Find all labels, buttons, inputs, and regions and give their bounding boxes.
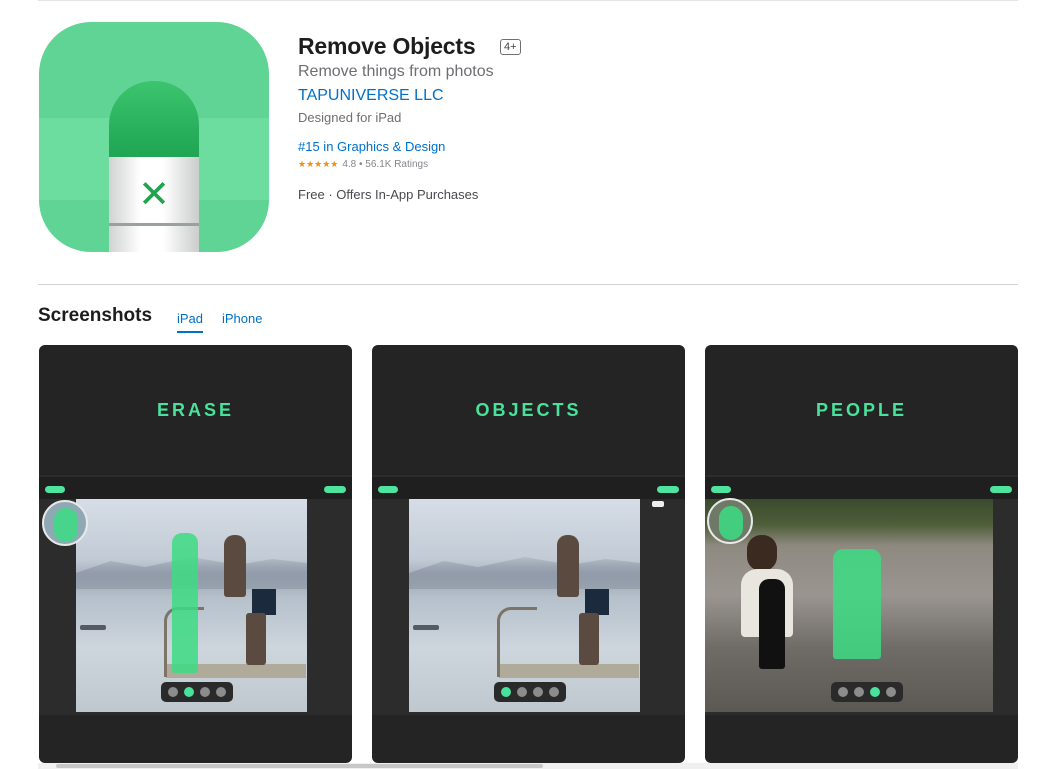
boat-shape [80,625,106,630]
device-toolbar [39,477,352,499]
back-pill [378,486,398,493]
price-label: Free · Offers In-App Purchases [298,187,479,202]
screenshot-heading: ERASE [156,400,234,420]
back-pill [45,486,65,493]
tool-icon [533,687,543,697]
edit-toolbar [831,682,903,702]
tool-icon [517,687,527,697]
eraser-line [109,223,199,226]
count-chip [652,501,664,507]
shorts-shape [585,589,609,615]
settings-pill [324,486,346,493]
shorts-shape [252,589,276,615]
tool-icon [168,687,178,697]
loupe-highlight [54,508,78,542]
settings-pill [657,486,679,493]
screenshot-card-1[interactable]: ERASE [39,345,352,763]
screenshot-photo [76,499,307,712]
edit-toolbar [161,682,233,702]
scrollbar-thumb[interactable] [56,764,543,768]
app-subtitle: Remove things from photos [298,63,494,80]
boat-shape [413,625,439,630]
rating-row: ★★★★★ 4.8 • 56.1K Ratings [298,159,428,170]
settings-pill [990,486,1012,493]
back-pill [711,486,731,493]
loupe-highlight [719,506,743,540]
legs-shape [246,613,266,665]
screenshots-title: Screenshots [38,305,153,326]
screenshot-heading: OBJECTS [475,400,582,420]
tool-icon [886,687,896,697]
tool-icon [501,687,511,697]
screenshot-heading: PEOPLE [815,400,908,420]
legs-shape [579,613,599,665]
tab-ipad[interactable]: iPad [177,311,204,333]
tab-iphone[interactable]: iPhone [222,311,262,331]
tool-icon [184,687,194,697]
device-toolbar [705,477,1018,499]
person-head [747,535,777,571]
screenshots-scrollbar[interactable] [38,763,1018,769]
screenshot-card-3[interactable]: PEOPLE [705,345,1018,763]
rating-summary: 4.8 • 56.1K Ratings [342,159,429,170]
tool-icon [854,687,864,697]
magnifier-loupe [707,498,753,544]
eraser-cap [109,81,199,157]
magnifier-loupe [42,500,88,546]
person-shape [557,535,579,597]
eraser-icon: ✕ [109,81,199,252]
screenshot-photo [409,499,640,712]
developer-link[interactable]: TAPUNIVERSE LLC [298,87,444,105]
ladder-rail [497,607,537,677]
edit-toolbar [494,682,566,702]
tool-icon [870,687,880,697]
app-title: Remove Objects [298,33,476,59]
tool-icon [216,687,226,697]
screenshot-card-2[interactable]: OBJECTS [372,345,685,763]
section-divider [38,284,1018,285]
tool-icon [200,687,210,697]
age-rating-badge: 4+ [500,39,521,55]
top-divider [38,0,1018,1]
person-shape [224,535,246,597]
category-rank-link[interactable]: #15 in Graphics & Design [298,139,445,154]
app-icon: ✕ [39,22,269,252]
highlighted-person [172,533,198,673]
designed-for-label: Designed for iPad [298,110,402,125]
mountain-shape [409,557,640,589]
tool-icon [549,687,559,697]
tool-icon [838,687,848,697]
star-rating-icon: ★★★★★ [298,159,339,170]
device-toolbar [372,477,685,499]
highlighted-person [833,549,881,659]
close-icon: ✕ [138,172,170,216]
dress-shape [759,579,785,669]
